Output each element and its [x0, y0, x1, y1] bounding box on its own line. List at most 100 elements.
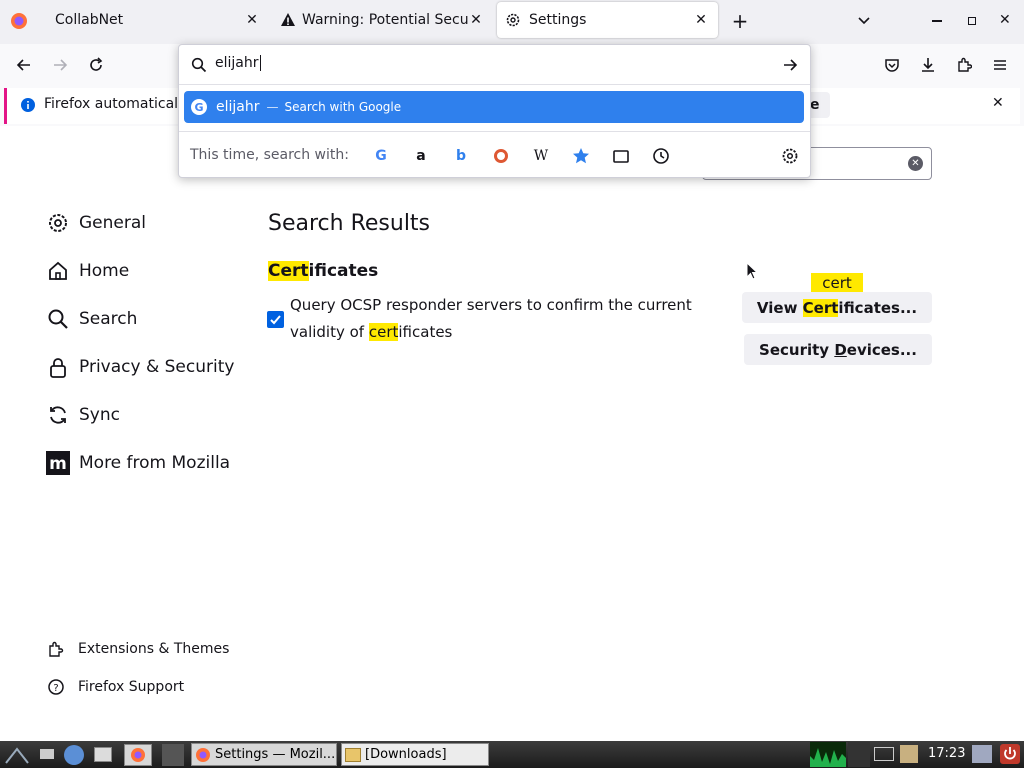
sidebar-item-home[interactable]: Home — [46, 259, 129, 283]
security-devices-button[interactable]: Security Devices... — [744, 334, 932, 365]
sidebar-item-label: Home — [79, 261, 130, 281]
sidebar-item-search[interactable]: Search — [46, 307, 137, 331]
ocsp-text-post: ificates — [398, 323, 453, 341]
sidebar-item-more-from-mozilla[interactable]: m More from Mozilla — [46, 451, 230, 475]
search-tooltip: cert — [811, 273, 863, 293]
display-icon[interactable] — [972, 745, 992, 763]
close-window-button[interactable]: ✕ — [999, 12, 1011, 28]
sidebar-firefox-support[interactable]: ? Firefox Support — [46, 677, 184, 697]
notification-text: Firefox automatically — [44, 96, 191, 112]
home-icon — [46, 259, 70, 283]
system-taskbar: Settings — Mozil... [Downloads] 17:23 — [0, 741, 1024, 768]
close-icon[interactable]: ✕ — [693, 12, 709, 28]
network-icon[interactable] — [874, 747, 894, 761]
taskbar-task-firefox[interactable]: Settings — Mozil... — [191, 743, 337, 766]
firefox-launcher-icon[interactable] — [124, 744, 152, 766]
btn-text-pre: Security — [759, 340, 835, 359]
section-heading-rest: ificates — [308, 261, 379, 281]
footer-label: Extensions & Themes — [78, 641, 230, 657]
gear-icon — [505, 12, 521, 28]
sidebar-item-label: Search — [79, 309, 138, 329]
firefox-menu-icon[interactable] — [10, 12, 28, 30]
minimize-button[interactable] — [932, 20, 942, 22]
search-settings-gear-icon[interactable] — [780, 146, 800, 166]
reload-button[interactable] — [82, 51, 110, 79]
close-icon[interactable]: ✕ — [992, 95, 1004, 111]
urlbar-divider — [179, 84, 810, 85]
warning-icon — [280, 12, 296, 28]
footer-label: Firefox Support — [78, 679, 185, 695]
files-launcher-icon[interactable] — [94, 747, 112, 762]
forward-button[interactable] — [46, 51, 74, 79]
task-label: Settings — Mozil... — [215, 747, 336, 762]
ocsp-label-line2[interactable]: validity of certificates — [290, 323, 452, 341]
tab-collabnet[interactable]: CollabNet ✕ — [40, 0, 268, 40]
go-arrow-icon[interactable] — [782, 57, 798, 73]
tab-settings[interactable]: Settings ✕ — [497, 2, 718, 38]
search-suggestion-row[interactable]: G elijahr — Search with Google — [184, 91, 804, 123]
sidebar-item-label: General — [79, 213, 146, 233]
wikipedia-icon[interactable]: W — [531, 146, 551, 166]
tab-label: Settings — [529, 12, 587, 28]
bing-icon[interactable]: b — [451, 146, 471, 166]
search-highlight: Cert — [802, 298, 839, 317]
btn-text-accesskey: D — [834, 340, 847, 359]
hamburger-menu-icon[interactable] — [986, 51, 1014, 79]
bookmarks-star-icon[interactable] — [571, 146, 591, 166]
duckduckgo-icon[interactable] — [491, 146, 511, 166]
tab-warning[interactable]: Warning: Potential Security Risk Ahead ✕ — [270, 0, 494, 40]
search-icon — [46, 307, 70, 331]
ocsp-text-pre: validity of — [290, 323, 369, 341]
google-icon: G — [191, 99, 207, 115]
browser-launcher-icon[interactable] — [64, 745, 84, 765]
cpu-graph-icon — [810, 742, 846, 767]
text-caret — [259, 55, 261, 71]
folder-icon — [345, 747, 361, 762]
close-icon[interactable]: ✕ — [244, 12, 260, 28]
amazon-icon[interactable]: a — [411, 146, 431, 166]
history-icon[interactable] — [651, 146, 671, 166]
sidebar-item-privacy[interactable]: Privacy & Security — [46, 355, 234, 379]
urlbar-input[interactable]: elijahr — [215, 55, 261, 71]
search-icon — [191, 57, 207, 73]
clipboard-icon[interactable] — [900, 745, 918, 763]
sidebar-item-label: Privacy & Security — [79, 357, 235, 377]
taskbar-clock: 17:23 — [928, 746, 966, 761]
search-highlight: cert — [368, 323, 399, 341]
power-icon[interactable] — [1000, 744, 1020, 764]
sidebar-item-general[interactable]: General — [46, 211, 146, 235]
sidebar-item-sync[interactable]: Sync — [46, 403, 120, 427]
section-heading-certificates: Certificates — [268, 261, 378, 281]
maximize-button[interactable] — [968, 17, 976, 25]
google-icon[interactable]: G — [371, 146, 391, 166]
one-off-label: This time, search with: — [190, 147, 349, 163]
new-tab-button[interactable]: + — [730, 11, 750, 31]
ocsp-label-line1[interactable]: Query OCSP responder servers to confirm … — [290, 296, 692, 314]
start-menu-icon[interactable] — [4, 745, 30, 765]
clear-search-icon[interactable]: ✕ — [908, 156, 923, 171]
notification-button-label: e — [810, 97, 820, 113]
sidebar-extensions-themes[interactable]: Extensions & Themes — [46, 639, 229, 659]
btn-text-post: evices... — [846, 340, 917, 359]
tabs-icon[interactable] — [611, 146, 631, 166]
back-button[interactable] — [10, 51, 38, 79]
btn-text-post: ificates... — [838, 298, 918, 317]
tray-background — [848, 742, 870, 767]
chevron-down-icon[interactable] — [856, 12, 872, 28]
view-certificates-button[interactable]: View Cert ificates... — [742, 292, 932, 323]
taskbar-task-downloads[interactable]: [Downloads] — [341, 743, 489, 766]
help-icon: ? — [46, 677, 66, 697]
close-icon[interactable]: ✕ — [468, 12, 484, 28]
extensions-icon[interactable] — [950, 51, 978, 79]
pocket-icon[interactable] — [878, 51, 906, 79]
svg-text:m: m — [49, 454, 67, 474]
sidebar-item-label: More from Mozilla — [79, 453, 231, 473]
download-icon[interactable] — [914, 51, 942, 79]
show-desktop-icon[interactable] — [40, 749, 54, 759]
suggestion-separator: — — [266, 100, 279, 114]
mozilla-icon: m — [46, 451, 70, 475]
ocsp-checkbox[interactable] — [267, 311, 284, 328]
sidebar-item-label: Sync — [79, 405, 120, 425]
tab-label: CollabNet — [55, 12, 124, 28]
svg-text:?: ? — [53, 683, 58, 694]
